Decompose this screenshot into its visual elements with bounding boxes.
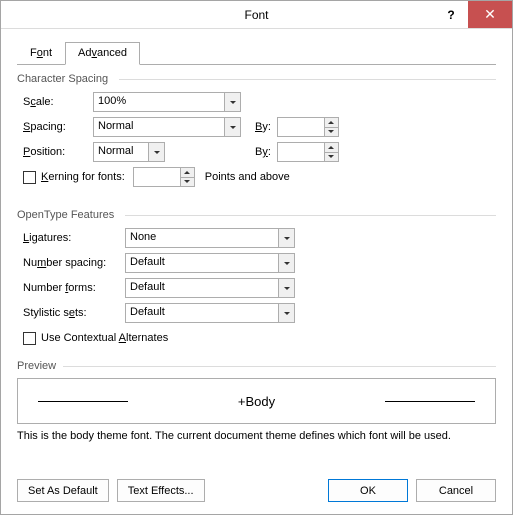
- preview-line-left: [38, 401, 128, 402]
- close-icon: ✕: [484, 6, 496, 23]
- preview-text: +Body: [238, 394, 275, 409]
- scale-combo[interactable]: 100%: [93, 92, 241, 112]
- font-dialog: Font ? ✕ Font Advanced Character Spacing…: [0, 0, 513, 515]
- preview-line-right: [385, 401, 475, 402]
- kerning-unit-label: Points and above: [205, 171, 290, 183]
- tab-strip: Font Advanced: [17, 41, 496, 65]
- position-combo[interactable]: Normal: [93, 142, 165, 162]
- contextual-label: Use Contextual Alternates: [41, 332, 168, 344]
- help-button[interactable]: ?: [434, 1, 468, 28]
- numforms-label: Number forms:: [23, 282, 125, 294]
- position-label: Position:: [23, 146, 93, 158]
- chevron-down-icon: [278, 279, 294, 297]
- stylsets-label: Stylistic sets:: [23, 307, 125, 319]
- group-opentype: OpenType Features: [17, 209, 496, 221]
- titlebar: Font ? ✕: [1, 1, 512, 29]
- chevron-down-icon: [278, 304, 294, 322]
- spacing-combo[interactable]: Normal: [93, 117, 241, 137]
- preview-box: +Body: [17, 378, 496, 424]
- numspacing-label: Number spacing:: [23, 257, 125, 269]
- ok-button[interactable]: OK: [328, 479, 408, 502]
- chevron-down-icon: [278, 254, 294, 272]
- numforms-combo[interactable]: Default: [125, 278, 295, 298]
- preview-description: This is the body theme font. The current…: [17, 430, 496, 442]
- text-effects-button[interactable]: Text Effects...: [117, 479, 205, 502]
- kerning-checkbox[interactable]: [23, 171, 36, 184]
- kerning-spinner[interactable]: [133, 167, 195, 187]
- ligatures-combo[interactable]: None: [125, 228, 295, 248]
- tab-font[interactable]: Font: [17, 42, 65, 65]
- spacing-label: Spacing:: [23, 121, 93, 133]
- position-by-spinner[interactable]: [277, 142, 339, 162]
- cancel-button[interactable]: Cancel: [416, 479, 496, 502]
- chevron-down-icon: [224, 118, 240, 136]
- help-icon: ?: [447, 8, 454, 22]
- spacing-by-spinner[interactable]: [277, 117, 339, 137]
- ligatures-label: Ligatures:: [23, 232, 125, 244]
- position-by-label: By:: [255, 146, 271, 158]
- chevron-down-icon: [278, 229, 294, 247]
- scale-label: Scale:: [23, 96, 93, 108]
- kerning-label: Kerning for fonts:: [41, 171, 125, 183]
- group-preview: Preview: [17, 360, 496, 372]
- tab-advanced[interactable]: Advanced: [65, 42, 140, 65]
- group-character-spacing: Character Spacing: [17, 73, 496, 85]
- chevron-down-icon: [224, 93, 240, 111]
- stylsets-combo[interactable]: Default: [125, 303, 295, 323]
- spacing-by-label: By:: [255, 121, 271, 133]
- set-default-button[interactable]: Set As Default: [17, 479, 109, 502]
- chevron-down-icon: [148, 143, 164, 161]
- close-button[interactable]: ✕: [468, 1, 512, 28]
- dialog-title: Font: [244, 8, 268, 22]
- numspacing-combo[interactable]: Default: [125, 253, 295, 273]
- contextual-checkbox[interactable]: [23, 332, 36, 345]
